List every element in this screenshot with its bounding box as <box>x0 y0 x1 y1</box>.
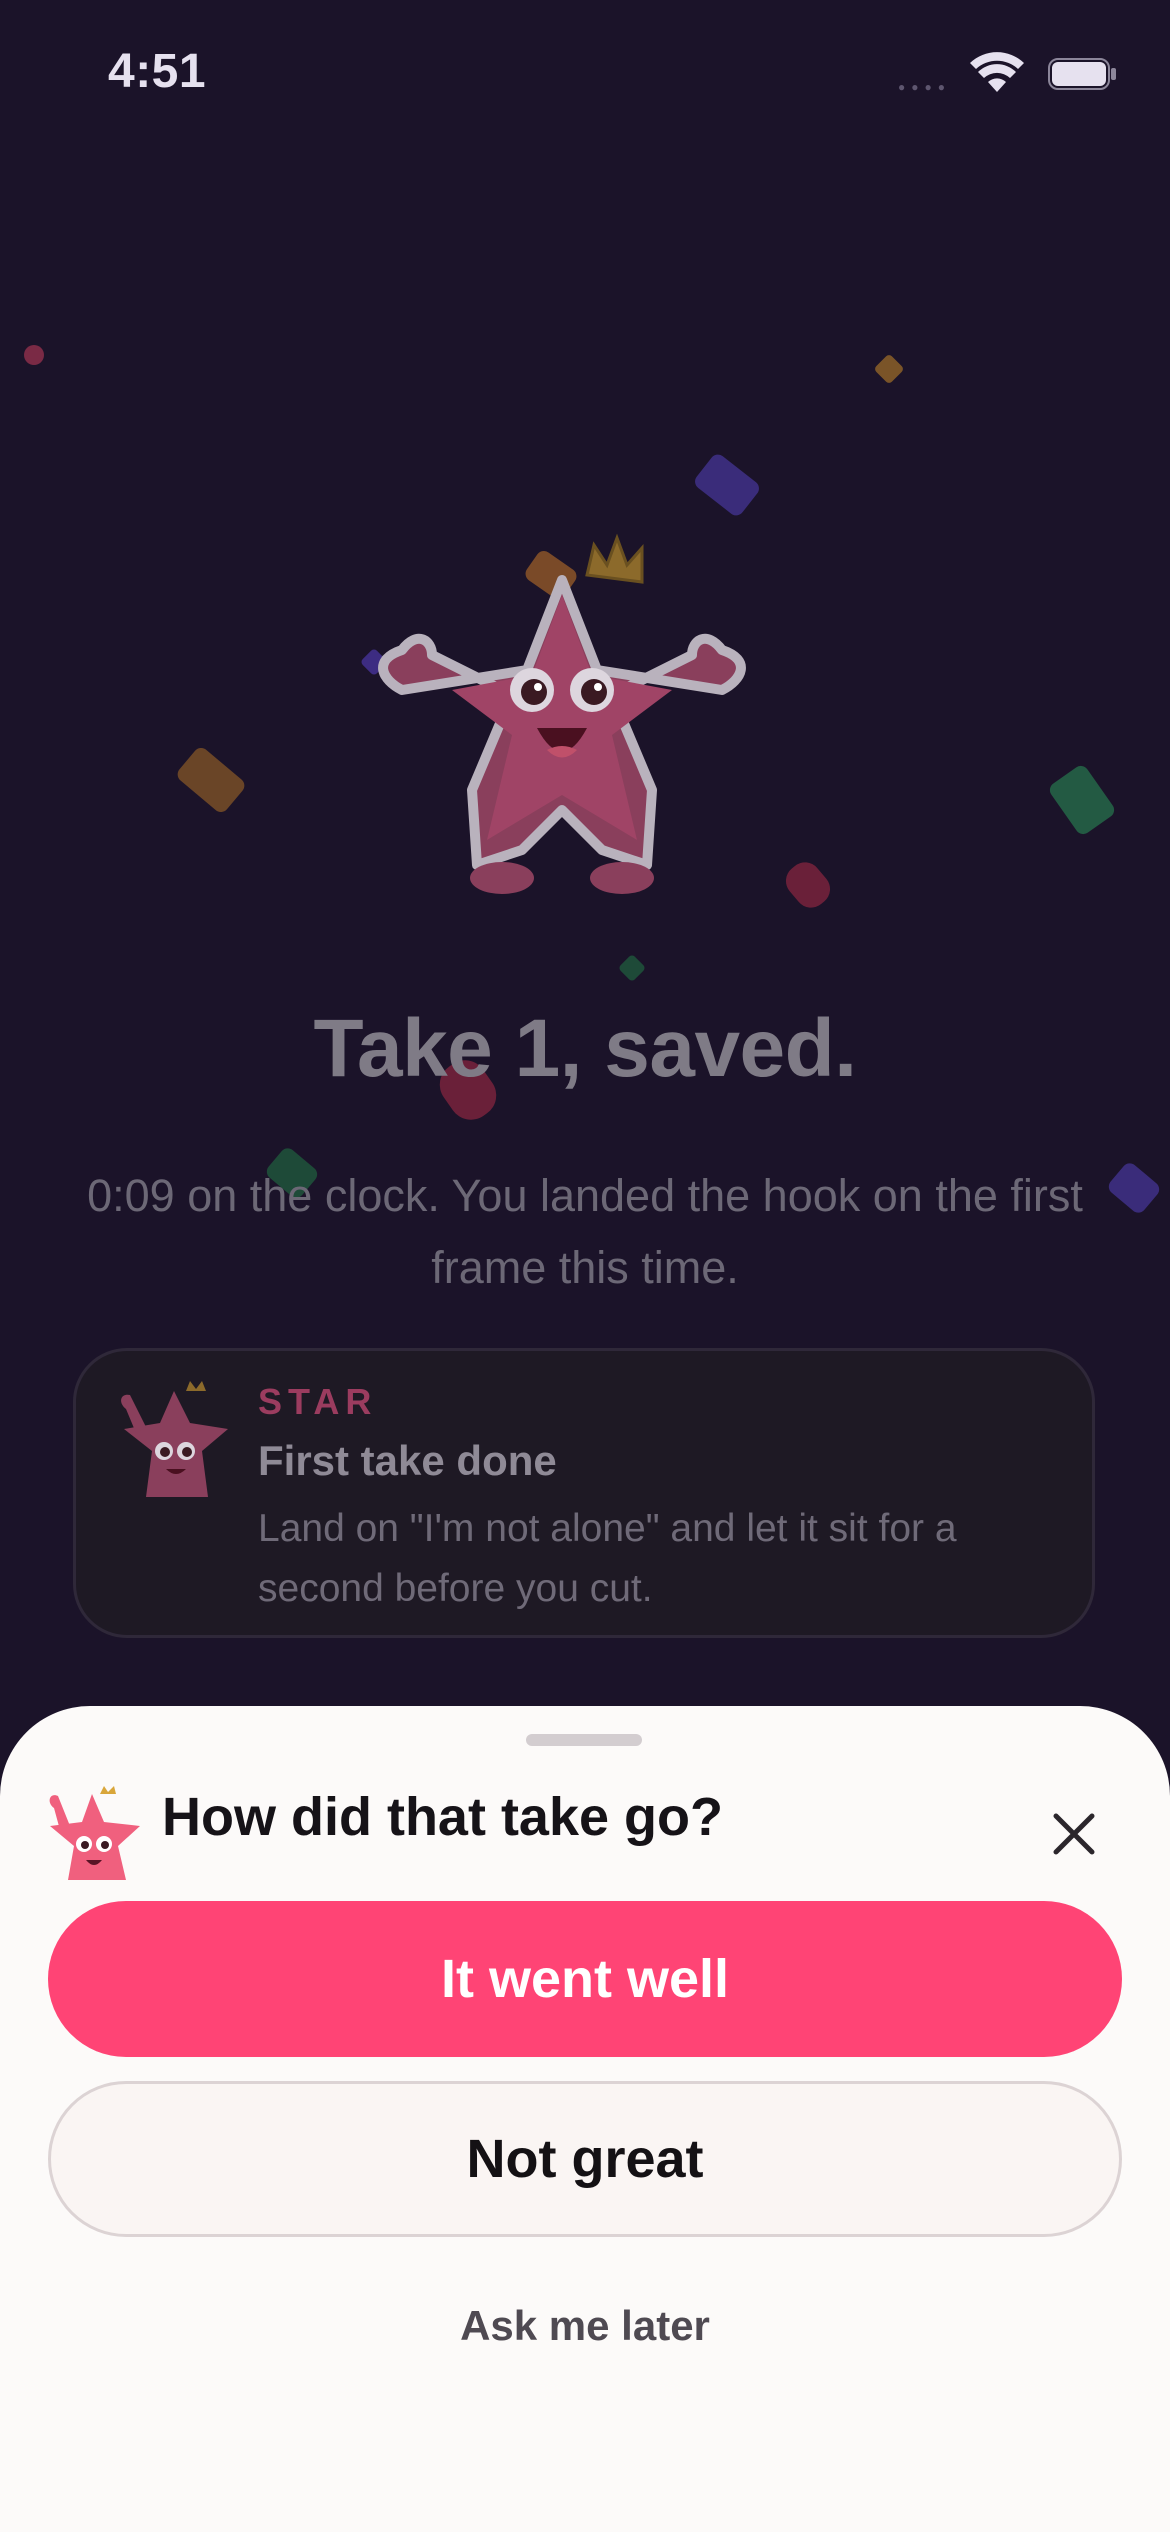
status-time: 4:51 <box>108 45 207 98</box>
feedback-bottom-sheet: How did that take go? It went well Not g… <box>0 1706 1170 2532</box>
card-body: Land on "I'm not alone" and let it sit f… <box>258 1507 957 1610</box>
it-went-well-button[interactable]: It went well <box>48 1901 1122 2057</box>
confetti-piece <box>1105 1160 1163 1216</box>
wifi-icon <box>970 52 1024 92</box>
battery-icon <box>1048 58 1116 90</box>
card-label: STAR <box>258 1381 378 1422</box>
celebration-subtitle: 0:09 on the clock. You landed the hook o… <box>87 1170 1083 1293</box>
confetti-piece <box>24 345 44 365</box>
confetti-piece <box>617 953 647 983</box>
star-mascot-avatar <box>49 1786 140 1880</box>
confetti-piece <box>691 451 763 519</box>
confetti-piece <box>174 744 248 816</box>
ask-me-later-link[interactable]: Ask me later <box>0 2302 1170 2350</box>
not-great-button[interactable]: Not great <box>48 2081 1122 2237</box>
confetti-piece <box>873 353 905 385</box>
star-mascot-avatar <box>116 1381 234 1497</box>
mascot-feedback-card: STAR First take done Land on "I'm not al… <box>73 1348 1095 1638</box>
status-icons: ●●●● <box>898 52 1118 94</box>
sheet-title: How did that take go? <box>162 1787 723 1847</box>
close-icon[interactable] <box>1046 1806 1102 1862</box>
sheet-grabber[interactable] <box>526 1734 642 1746</box>
cellular-icon: ●●●● <box>898 80 951 94</box>
card-heading: First take done <box>258 1437 557 1484</box>
star-mascot-illustration <box>378 533 746 894</box>
confetti-piece <box>1046 762 1118 838</box>
celebration-title: Take 1, saved. <box>313 1003 857 1094</box>
